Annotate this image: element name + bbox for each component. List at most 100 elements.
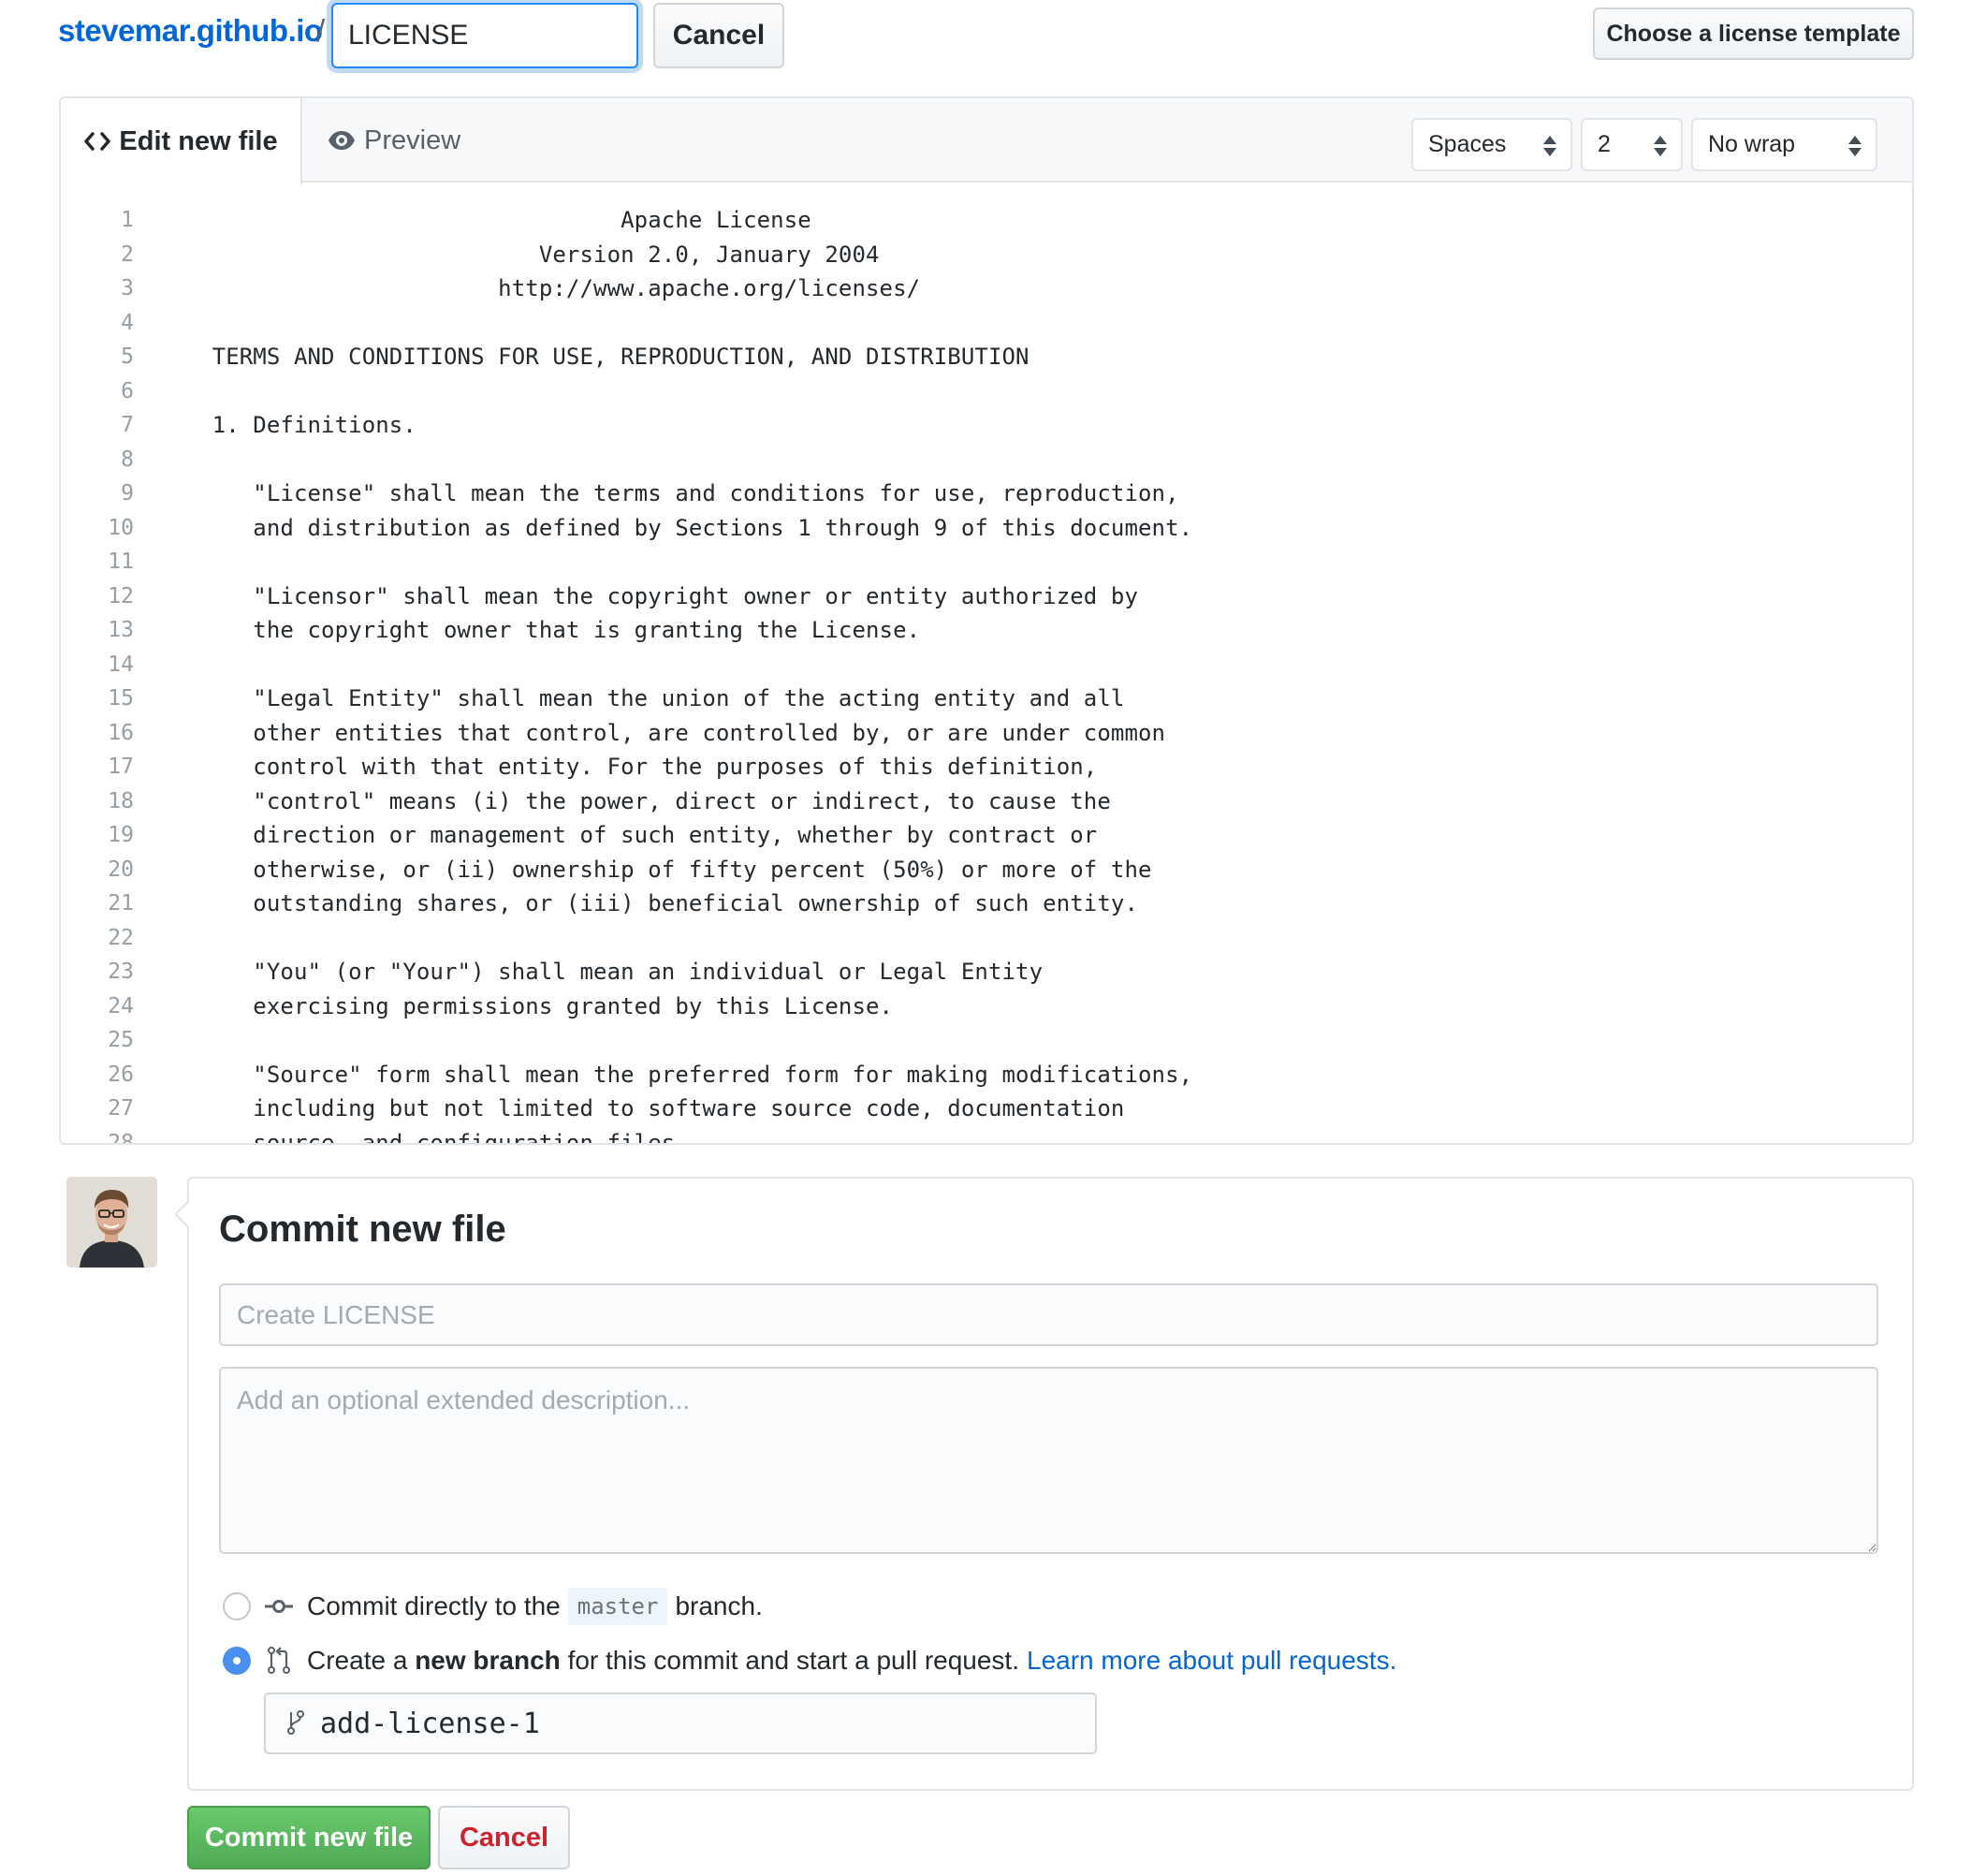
code-line: 11 [61, 545, 1912, 579]
code-text: "Source" form shall mean the preferred f… [171, 1061, 1193, 1088]
code-line: 20 otherwise, or (ii) ownership of fifty… [61, 853, 1912, 887]
code-line: 28 source, and configuration files. [61, 1126, 1912, 1145]
commit-title: Commit new file [219, 1209, 506, 1250]
choose-license-template-button[interactable]: Choose a license template [1593, 7, 1914, 60]
line-number: 2 [121, 242, 134, 267]
tab-label: Preview [364, 125, 461, 155]
commit-new-file-button[interactable]: Commit new file [187, 1806, 431, 1869]
code-line: 1 Apache License [61, 203, 1912, 238]
commit-direct-option[interactable]: Commit directly to the master branch. [223, 1588, 763, 1625]
code-line: 10 and distribution as defined by Sectio… [61, 511, 1912, 546]
code-icon [83, 131, 111, 152]
line-number: 23 [108, 960, 134, 984]
code-editor-area[interactable]: 1 Apache License 2 Version 2.0, January 2… [61, 184, 1912, 1143]
tab-label: Edit new file [119, 125, 278, 156]
line-number: 4 [121, 310, 134, 335]
code-line: 17 control with that entity. For the pur… [61, 750, 1912, 784]
line-number: 3 [121, 276, 134, 300]
code-text: Apache License [171, 207, 811, 233]
code-line: 18 "control" means (i) the power, direct… [61, 784, 1912, 819]
line-number: 26 [108, 1062, 134, 1087]
code-text: Version 2.0, January 2004 [171, 241, 880, 268]
line-number: 16 [108, 720, 134, 745]
code-line: 24 exercising permissions granted by thi… [61, 989, 1912, 1024]
learn-more-pull-requests-link[interactable]: Learn more about pull requests. [1027, 1646, 1396, 1676]
repo-link[interactable]: stevemar.github.io [58, 13, 323, 49]
tab-edit-new-file[interactable]: Edit new file [61, 98, 302, 184]
line-number: 19 [108, 823, 134, 847]
commit-box-pointer-inner [177, 1201, 190, 1227]
code-line: 12 "Licensor" shall mean the copyright o… [61, 579, 1912, 614]
code-text: "Legal Entity" shall mean the union of t… [171, 685, 1125, 711]
cancel-filename-button[interactable]: Cancel [653, 3, 784, 68]
line-number: 10 [108, 515, 134, 540]
code-text: the copyright owner that is granting the… [171, 617, 921, 643]
line-number: 22 [108, 925, 134, 950]
code-line: 7 1. Definitions. [61, 408, 1912, 443]
code-line: 27 including but not limited to software… [61, 1092, 1912, 1126]
line-number: 18 [108, 788, 134, 813]
branch-name-field[interactable] [264, 1693, 1097, 1754]
new-branch-bold: new branch [415, 1646, 561, 1675]
line-number: 1 [121, 208, 134, 232]
wrap-mode-value: No wrap [1708, 131, 1796, 157]
filename-input[interactable] [331, 3, 638, 68]
new-branch-suffix: for this commit and start a pull request… [567, 1646, 1019, 1675]
file-editor: Edit new file Preview Spaces 2 No wrap 1… [59, 96, 1914, 1145]
indent-size-select[interactable]: 2 [1581, 118, 1683, 171]
eye-icon [327, 129, 357, 152]
code-line: 26 "Source" form shall mean the preferre… [61, 1058, 1912, 1092]
editor-header: Edit new file Preview Spaces 2 No wrap [61, 98, 1912, 184]
code-line: 2 Version 2.0, January 2004 [61, 238, 1912, 272]
branch-name-input[interactable] [318, 1706, 1067, 1741]
code-text: "Licensor" shall mean the copyright owne… [171, 582, 1138, 609]
indent-mode-select[interactable]: Spaces [1411, 118, 1572, 171]
code-text: direction or management of such entity, … [171, 822, 1098, 848]
code-text: TERMS AND CONDITIONS FOR USE, REPRODUCTI… [171, 344, 1030, 370]
code-text: source, and configuration files. [171, 1129, 689, 1145]
line-number: 7 [121, 413, 134, 437]
code-text: and distribution as defined by Sections … [171, 514, 1193, 541]
commit-direct-radio[interactable] [223, 1592, 251, 1620]
code-line: 21 outstanding shares, or (iii) benefici… [61, 887, 1912, 921]
select-arrows-icon [1653, 135, 1668, 164]
line-number: 13 [108, 618, 134, 642]
line-number: 8 [121, 447, 134, 472]
code-line: 15 "Legal Entity" shall mean the union o… [61, 682, 1912, 716]
line-number: 20 [108, 857, 134, 882]
code-line: 9 "License" shall mean the terms and con… [61, 476, 1912, 511]
code-text: "You" (or "Your") shall mean an individu… [171, 959, 1044, 985]
line-number: 25 [108, 1028, 134, 1052]
select-arrows-icon [1847, 135, 1862, 164]
new-branch-option[interactable]: Create a new branch for this commit and … [223, 1642, 1396, 1679]
line-number: 11 [108, 550, 134, 574]
code-line: 19 direction or management of such entit… [61, 818, 1912, 853]
code-text: "License" shall mean the terms and condi… [171, 480, 1179, 506]
cancel-commit-button[interactable]: Cancel [438, 1806, 570, 1869]
code-text: 1. Definitions. [171, 412, 416, 438]
code-line: 16 other entities that control, are cont… [61, 716, 1912, 751]
line-number: 21 [108, 891, 134, 916]
commit-direct-suffix: branch. [675, 1591, 763, 1620]
code-line: 23 "You" (or "Your") shall mean an indiv… [61, 955, 1912, 989]
line-number: 12 [108, 583, 134, 608]
indent-mode-value: Spaces [1428, 131, 1507, 157]
user-avatar [66, 1177, 157, 1268]
code-line: 3 http://www.apache.org/licenses/ [61, 271, 1912, 306]
tab-preview[interactable]: Preview [317, 98, 460, 183]
line-number: 9 [121, 481, 134, 506]
commit-description-input[interactable] [219, 1367, 1878, 1554]
wrap-mode-select[interactable]: No wrap [1691, 118, 1877, 171]
line-number: 14 [108, 652, 134, 677]
code-line: 25 [61, 1023, 1912, 1058]
code-line: 13 the copyright owner that is granting … [61, 613, 1912, 648]
code-line: 14 [61, 648, 1912, 682]
code-text: control with that entity. For the purpos… [171, 754, 1098, 780]
new-branch-prefix: Create a [307, 1646, 408, 1675]
code-line: 5 TERMS AND CONDITIONS FOR USE, REPRODUC… [61, 340, 1912, 374]
new-branch-radio[interactable] [223, 1647, 251, 1675]
commit-summary-input[interactable] [219, 1283, 1878, 1346]
code-text: outstanding shares, or (iii) beneficial … [171, 890, 1138, 916]
git-commit-icon [264, 1599, 294, 1614]
line-number: 28 [108, 1130, 134, 1145]
